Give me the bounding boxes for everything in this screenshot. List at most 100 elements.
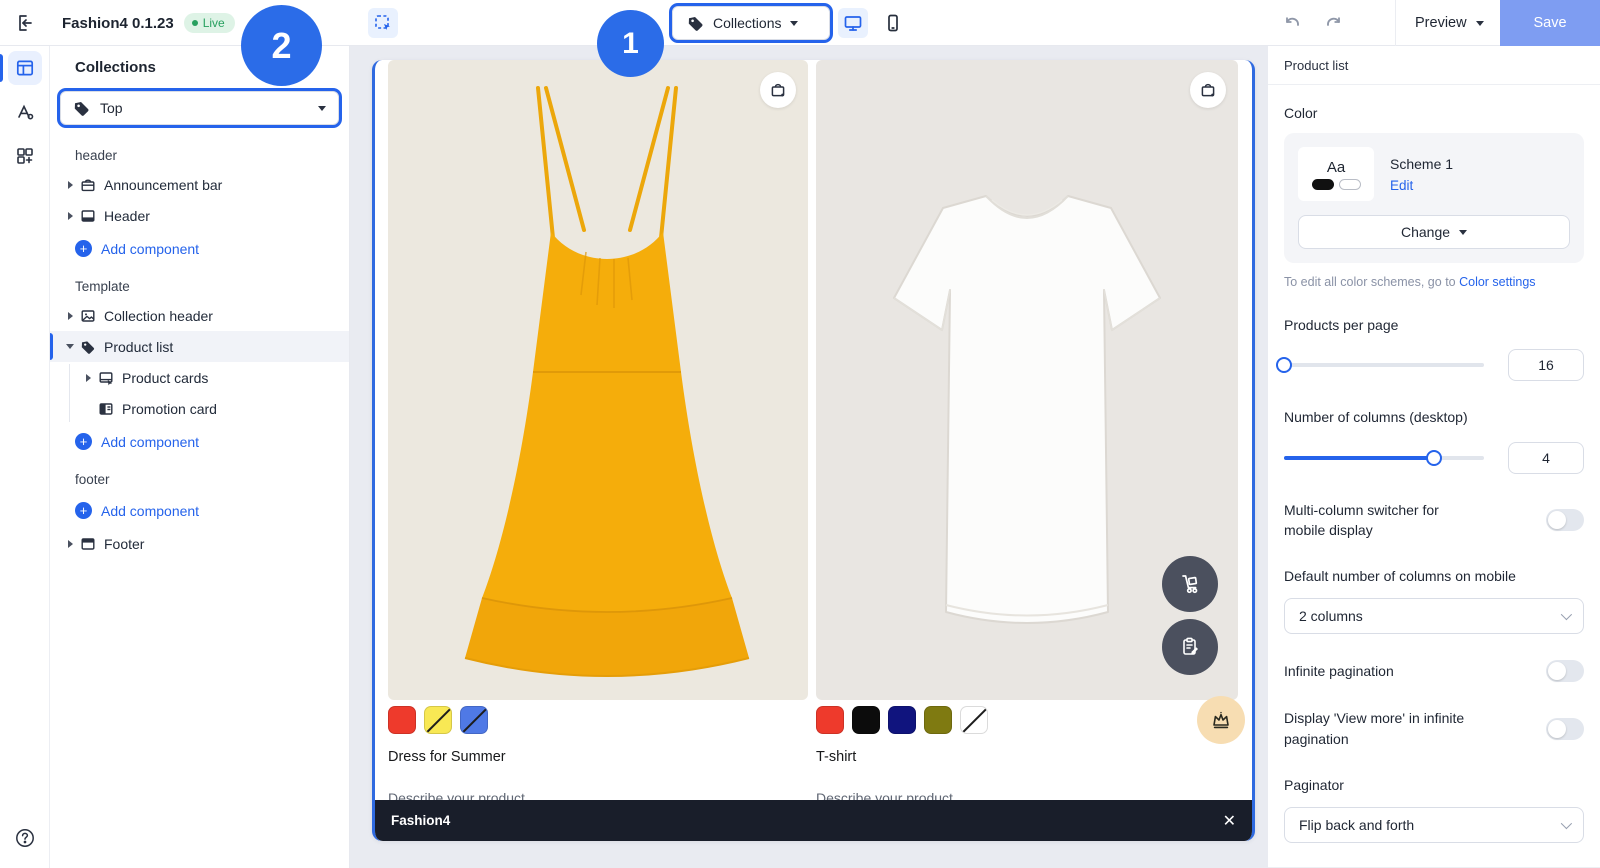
- tags-icon: [80, 339, 96, 355]
- color-swatch[interactable]: [816, 706, 844, 734]
- tree-item-product-list[interactable]: Product list: [50, 331, 349, 362]
- columns-desktop-input[interactable]: [1508, 441, 1584, 474]
- columns-mobile-label: Default number of columns on mobile: [1284, 568, 1516, 585]
- change-scheme-button[interactable]: Change: [1298, 215, 1570, 249]
- image-icon: [80, 308, 96, 324]
- structure-panel: Collections Top header Announcement bar: [50, 46, 350, 868]
- scheme-name: Scheme 1: [1390, 155, 1454, 172]
- fab-edit-list-button[interactable]: [1162, 619, 1218, 675]
- color-swatch[interactable]: [852, 706, 880, 734]
- products-per-page-slider[interactable]: [1276, 357, 1484, 374]
- add-component-button[interactable]: + Add component: [50, 495, 349, 526]
- color-swatch[interactable]: [388, 706, 416, 734]
- tree-item-collection-header[interactable]: Collection header: [50, 300, 349, 331]
- color-swatch[interactable]: [460, 706, 488, 734]
- product-card[interactable]: Dress for Summer Describe your product: [388, 60, 808, 806]
- expand-caret-icon[interactable]: [81, 373, 95, 382]
- columns-mobile-select[interactable]: 2 columns: [1284, 598, 1584, 635]
- page-selector-dropdown[interactable]: Collections: [672, 6, 830, 40]
- preview-brand-bar: Fashion4 ✕: [375, 800, 1252, 841]
- desktop-view-button[interactable]: [838, 8, 868, 38]
- redo-button[interactable]: [1324, 14, 1343, 33]
- columns-desktop-slider[interactable]: [1284, 449, 1484, 466]
- add-to-cart-button[interactable]: [1190, 72, 1226, 108]
- add-component-button[interactable]: + Add component: [50, 426, 349, 457]
- rail-item-layout[interactable]: [0, 46, 50, 90]
- tree-item-header[interactable]: Header: [50, 200, 349, 231]
- color-swatch[interactable]: [424, 706, 452, 734]
- collapse-caret-icon[interactable]: [63, 344, 77, 349]
- slider-knob[interactable]: [1426, 449, 1442, 466]
- swatch-row: [388, 706, 488, 734]
- tree-item-promotion-card[interactable]: Promotion card: [50, 393, 349, 424]
- chevron-down-icon: [1560, 818, 1573, 830]
- exit-editor-button[interactable]: [0, 0, 50, 46]
- fab-orders-button[interactable]: [1162, 556, 1218, 612]
- add-component-button[interactable]: + Add component: [50, 233, 349, 264]
- color-settings-link[interactable]: Color settings: [1459, 275, 1535, 289]
- tree-item-footer[interactable]: Footer: [50, 528, 349, 559]
- component-tree: header Announcement bar Header + Add com…: [50, 141, 349, 559]
- bag-plus-icon: [1199, 81, 1217, 99]
- select-region-tool[interactable]: [368, 8, 398, 38]
- caret-down-icon: [1459, 229, 1468, 235]
- preview-dropdown[interactable]: Preview: [1415, 0, 1484, 46]
- multi-column-switcher-toggle[interactable]: [1546, 508, 1584, 531]
- undo-button[interactable]: [1283, 14, 1302, 33]
- topbar: Fashion4 0.1.23 Live Collections Preview…: [0, 0, 1600, 46]
- view-more-toggle[interactable]: [1546, 717, 1584, 740]
- scope-label: Top: [100, 100, 123, 116]
- columns-desktop-label: Number of columns (desktop): [1284, 409, 1468, 426]
- color-scheme-card: Aa Scheme 1 Edit Change: [1284, 133, 1584, 263]
- rail-item-typography[interactable]: [0, 90, 50, 134]
- annotation-step-1: 1: [597, 10, 664, 77]
- close-icon[interactable]: ✕: [1223, 811, 1236, 831]
- paginator-select[interactable]: Flip back and forth: [1284, 807, 1584, 844]
- fab-upgrade-button[interactable]: [1197, 696, 1245, 744]
- tree-section-template: Template: [75, 278, 130, 294]
- clipboard-edit-icon: [1178, 635, 1202, 659]
- caret-down-icon: [1475, 20, 1484, 26]
- select-region-icon: [373, 13, 393, 33]
- product-title[interactable]: Dress for Summer: [388, 749, 506, 765]
- color-settings-hint: To edit all color schemes, go to Color s…: [1284, 275, 1536, 289]
- preview-canvas: Dress for Summer Describe your product T…: [372, 60, 1255, 841]
- promotion-card-icon: [98, 401, 114, 417]
- history-controls: [1283, 0, 1343, 46]
- view-more-label: Display 'View more' in infinite paginati…: [1284, 710, 1465, 747]
- footer-icon: [80, 536, 96, 552]
- help-button[interactable]: [0, 818, 50, 858]
- expand-caret-icon[interactable]: [63, 211, 77, 220]
- color-swatch[interactable]: [924, 706, 952, 734]
- header-icon: [80, 208, 96, 224]
- bag-plus-icon: [769, 81, 787, 99]
- expand-caret-icon[interactable]: [63, 311, 77, 320]
- rail-item-components[interactable]: [0, 134, 50, 178]
- tree-item-announcement-bar[interactable]: Announcement bar: [50, 169, 349, 200]
- slider-knob[interactable]: [1276, 357, 1292, 374]
- crown-icon: [1210, 709, 1232, 731]
- mobile-view-button[interactable]: [878, 8, 908, 38]
- plus-circle-icon: +: [75, 502, 92, 519]
- annotation-step-2: 2: [241, 5, 322, 86]
- save-button[interactable]: Save: [1500, 0, 1600, 46]
- add-to-cart-button[interactable]: [760, 72, 796, 108]
- product-image-dress[interactable]: [388, 60, 808, 700]
- scope-selector-dropdown[interactable]: Top: [60, 91, 339, 125]
- swatch-row: [816, 706, 988, 734]
- toolbar-divider: [1395, 0, 1396, 46]
- infinite-pagination-toggle[interactable]: [1546, 660, 1584, 683]
- tag-icon: [687, 15, 704, 32]
- color-swatch[interactable]: [960, 706, 988, 734]
- product-title[interactable]: T-shirt: [816, 749, 856, 765]
- color-swatch[interactable]: [888, 706, 916, 734]
- paginator-label: Paginator: [1284, 777, 1344, 794]
- mobile-icon: [883, 13, 903, 33]
- caret-down-icon: [318, 105, 326, 111]
- edit-scheme-link[interactable]: Edit: [1390, 178, 1453, 193]
- expand-caret-icon[interactable]: [63, 539, 77, 548]
- expand-caret-icon[interactable]: [63, 180, 77, 189]
- products-per-page-input[interactable]: [1508, 349, 1584, 382]
- tree-item-product-cards[interactable]: Product cards: [50, 362, 349, 393]
- typography-icon: [8, 95, 42, 129]
